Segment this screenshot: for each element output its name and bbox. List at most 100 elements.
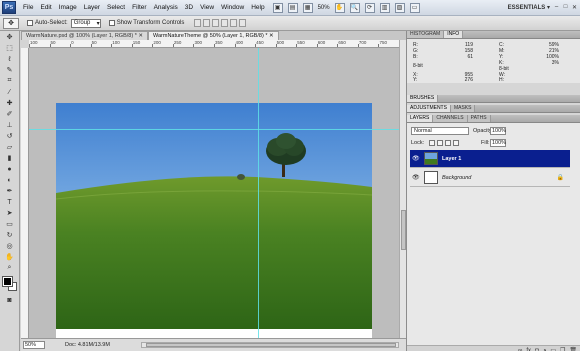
adjustment-icon[interactable]: ◑ — [543, 348, 547, 351]
maximize-button[interactable]: □ — [562, 3, 569, 11]
healing-brush-tool-icon[interactable]: ✚ — [3, 98, 17, 108]
color-swatches[interactable] — [1, 276, 17, 291]
tab-masks[interactable]: MASKS — [450, 105, 476, 112]
horizontal-scroll-thumb[interactable] — [146, 343, 396, 347]
type-tool-icon[interactable]: T — [3, 197, 17, 207]
menu-help[interactable]: Help — [251, 4, 264, 11]
tab-brushes[interactable]: BRUSHES — [407, 95, 439, 102]
clone-stamp-tool-icon[interactable]: ⊥ — [3, 120, 17, 130]
menu-analysis[interactable]: Analysis — [154, 4, 178, 11]
marquee-tool-icon[interactable]: ⬚ — [3, 43, 17, 53]
close-button[interactable]: ✕ — [571, 3, 578, 11]
mask-icon[interactable]: ◘ — [535, 348, 539, 351]
zoom-field[interactable]: 50% — [23, 341, 45, 349]
lock-transparency-icon[interactable] — [429, 140, 435, 146]
horizontal-scrollbar[interactable] — [141, 342, 399, 348]
fx-icon[interactable]: fx — [526, 348, 531, 351]
tab-info[interactable]: INFO — [444, 31, 464, 38]
menu-image[interactable]: Image — [59, 4, 77, 11]
layer-name[interactable]: Background — [442, 175, 471, 181]
path-selection-tool-icon[interactable]: ➤ — [3, 208, 17, 218]
tab-warmnature[interactable]: WarmNature.psd @ 100% (Layer 1, RGB/8) *… — [21, 31, 148, 40]
lasso-tool-icon[interactable]: ℓ — [3, 54, 17, 64]
minimize-button[interactable]: – — [553, 3, 560, 11]
layer-name[interactable]: Layer 1 — [442, 156, 461, 162]
hand-icon[interactable]: ✋ — [334, 2, 345, 13]
screen-mode-icon[interactable]: ▭ — [409, 2, 420, 13]
lock-pixels-icon[interactable] — [437, 140, 443, 146]
eye-icon[interactable]: 👁 — [412, 174, 420, 181]
menu-view[interactable]: View — [200, 4, 214, 11]
new-layer-icon[interactable]: ❐ — [560, 347, 565, 351]
3d-rotate-tool-icon[interactable]: ↻ — [3, 230, 17, 240]
document-image[interactable] — [56, 103, 372, 338]
eraser-tool-icon[interactable]: ▱ — [3, 142, 17, 152]
vertical-guide[interactable] — [258, 48, 259, 338]
align-left-icon[interactable] — [221, 19, 229, 27]
foreground-color-swatch[interactable] — [1, 276, 13, 287]
history-brush-tool-icon[interactable]: ↺ — [3, 131, 17, 141]
align-top-icon[interactable] — [194, 19, 202, 27]
dodge-tool-icon[interactable]: ◐ — [3, 175, 17, 185]
horizontal-guide[interactable] — [29, 129, 399, 130]
brush-tool-icon[interactable]: ✐ — [3, 109, 17, 119]
zoom-icon[interactable]: 🔍 — [349, 2, 360, 13]
menu-file[interactable]: File — [23, 4, 33, 11]
auto-select-dropdown[interactable]: Group ▾ — [70, 18, 101, 28]
horizontal-ruler[interactable]: 100 50 0 50 100 150 200 250 300 350 400 450 500 550 60… — [29, 40, 399, 48]
zoom-tool-icon[interactable]: ⌕ — [3, 263, 17, 273]
vertical-ruler[interactable] — [21, 48, 29, 338]
pen-tool-icon[interactable]: ✒ — [3, 186, 17, 196]
move-tool-icon[interactable]: ✥ — [3, 32, 17, 42]
tab-layers[interactable]: LAYERS — [407, 115, 434, 122]
align-center-icon[interactable] — [230, 19, 238, 27]
lock-all-icon[interactable] — [453, 140, 459, 146]
tab-histogram[interactable]: HISTOGRAM — [407, 31, 445, 38]
align-middle-icon[interactable] — [203, 19, 211, 27]
menu-3d[interactable]: 3D — [185, 4, 193, 11]
rotate-view-icon[interactable]: ⟳ — [364, 2, 375, 13]
canvas-area[interactable] — [29, 48, 399, 338]
tab-warmnaturetheme[interactable]: WarmNatureTheme @ 50% (Layer 1, RGB/8) *… — [147, 31, 279, 40]
zoom-level[interactable]: 50% — [318, 5, 330, 11]
quick-mask-icon[interactable]: ◙ — [3, 295, 17, 305]
minibridge-icon[interactable]: ▤ — [287, 2, 298, 13]
eyedropper-tool-icon[interactable]: ⁄ — [3, 87, 17, 97]
3d-orbit-tool-icon[interactable]: ◎ — [3, 241, 17, 251]
fill-field[interactable]: 100% — [490, 139, 506, 147]
gradient-tool-icon[interactable]: ▮ — [3, 153, 17, 163]
quick-select-tool-icon[interactable]: ✎ — [3, 65, 17, 75]
document-size[interactable]: Doc: 4.81M/13.9M — [65, 342, 110, 348]
auto-select-checkbox[interactable] — [27, 20, 33, 26]
menu-layer[interactable]: Layer — [84, 4, 100, 11]
opacity-field[interactable]: 100% — [490, 127, 506, 135]
crop-tool-icon[interactable]: ⌗ — [3, 76, 17, 86]
view-extras-icon[interactable]: ▦ — [302, 2, 313, 13]
layer-row-background[interactable]: 👁 Background 🔒 — [410, 169, 570, 187]
blur-tool-icon[interactable]: ● — [3, 164, 17, 174]
shape-tool-icon[interactable]: ▭ — [3, 219, 17, 229]
trash-icon[interactable]: 🗑 — [569, 347, 577, 351]
blend-mode-dropdown[interactable]: Normal — [411, 127, 469, 135]
menu-edit[interactable]: Edit — [40, 4, 51, 11]
workspace-switcher[interactable]: ESSENTIALS ▾ — [508, 4, 550, 11]
transform-controls-checkbox[interactable] — [108, 20, 115, 26]
vertical-scrollbar[interactable] — [399, 40, 406, 338]
tab-adjustments[interactable]: ADJUSTMENTS — [407, 105, 451, 112]
bridge-icon[interactable]: ▣ — [272, 2, 283, 13]
menu-select[interactable]: Select — [107, 4, 125, 11]
grid-icon[interactable]: ▥ — [379, 2, 390, 13]
eye-icon[interactable]: 👁 — [412, 155, 420, 162]
align-bottom-icon[interactable] — [212, 19, 220, 27]
arrange-documents-icon[interactable]: ▨ — [394, 2, 405, 13]
align-right-icon[interactable] — [239, 19, 247, 27]
tab-paths[interactable]: PATHS — [467, 115, 491, 122]
tab-channels[interactable]: CHANNELS — [433, 115, 468, 122]
link-icon[interactable]: ∞ — [518, 348, 522, 351]
layer-row-layer-1[interactable]: 👁 Layer 1 — [410, 150, 570, 168]
hand-tool-icon[interactable]: ✋ — [3, 252, 17, 262]
folder-icon[interactable]: ▭ — [550, 347, 556, 351]
menu-window[interactable]: Window — [221, 4, 244, 11]
move-tool-preset-icon[interactable]: ✥ — [3, 17, 19, 29]
lock-position-icon[interactable] — [445, 140, 451, 146]
